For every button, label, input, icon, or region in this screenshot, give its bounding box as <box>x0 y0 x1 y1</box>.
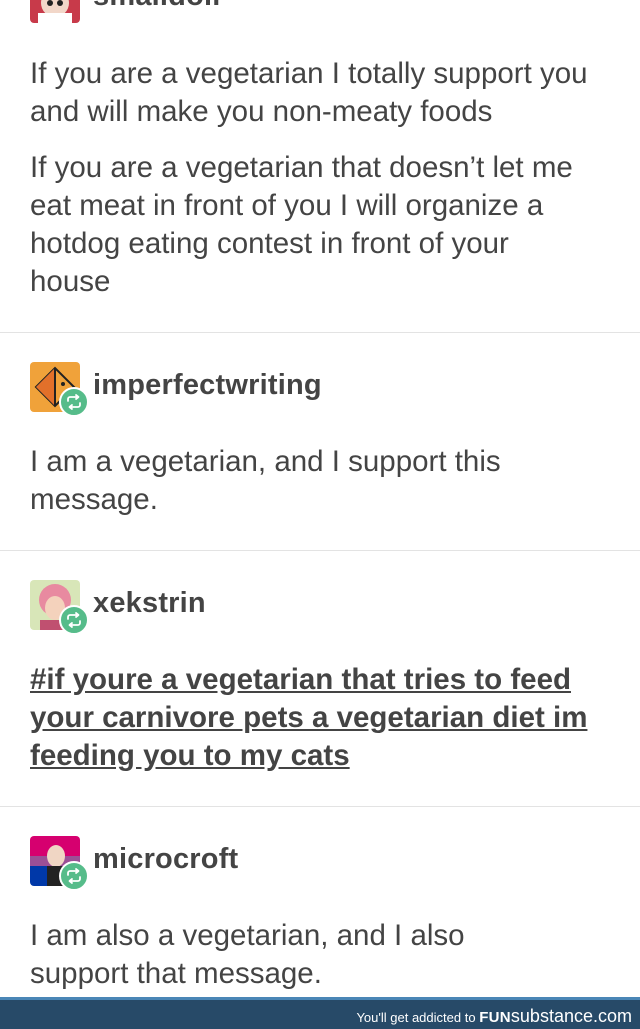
reblog-icon <box>59 387 89 417</box>
watermark-text: You'll get addicted to FUNsubstance.com <box>356 1006 632 1027</box>
username[interactable]: microcroft <box>93 843 238 876</box>
reblog-icon <box>59 861 89 891</box>
brand-fun: FUN <box>479 1009 511 1026</box>
avatar-smalldoll[interactable] <box>30 0 80 23</box>
watermark-tagline: You'll get addicted to <box>356 1010 476 1025</box>
post-text: I am a vegetarian, and I support this me… <box>30 445 501 516</box>
post-smalldoll: smalldoll If you are a vegetarian I tota… <box>0 0 640 333</box>
post-text: If you are a vegetarian I totally suppor… <box>30 57 588 128</box>
post-imperfectwriting: imperfectwriting I am a vegetarian, and … <box>0 333 640 550</box>
brand-substance: substance <box>510 1006 593 1026</box>
post-tags[interactable]: #if youre a vegetarian that tries to fee… <box>30 661 620 775</box>
username[interactable]: xekstrin <box>93 587 206 620</box>
avatar-image <box>30 0 80 23</box>
post-microcroft: microcroft I am also a vegetarian, and I… <box>0 807 640 997</box>
post-text: If you are a vegetarian that doesn’t let… <box>30 151 573 298</box>
username[interactable]: imperfectwriting <box>93 369 322 402</box>
username[interactable]: smalldoll <box>93 0 221 13</box>
post-text: I am also a vegetarian, and I also suppo… <box>30 919 465 990</box>
brand-tld: .com <box>592 1006 632 1026</box>
watermark-banner: You'll get addicted to FUNsubstance.com <box>0 997 640 1029</box>
reblog-icon <box>59 605 89 635</box>
post-xekstrin: xekstrin #if youre a vegetarian that tri… <box>0 551 640 807</box>
